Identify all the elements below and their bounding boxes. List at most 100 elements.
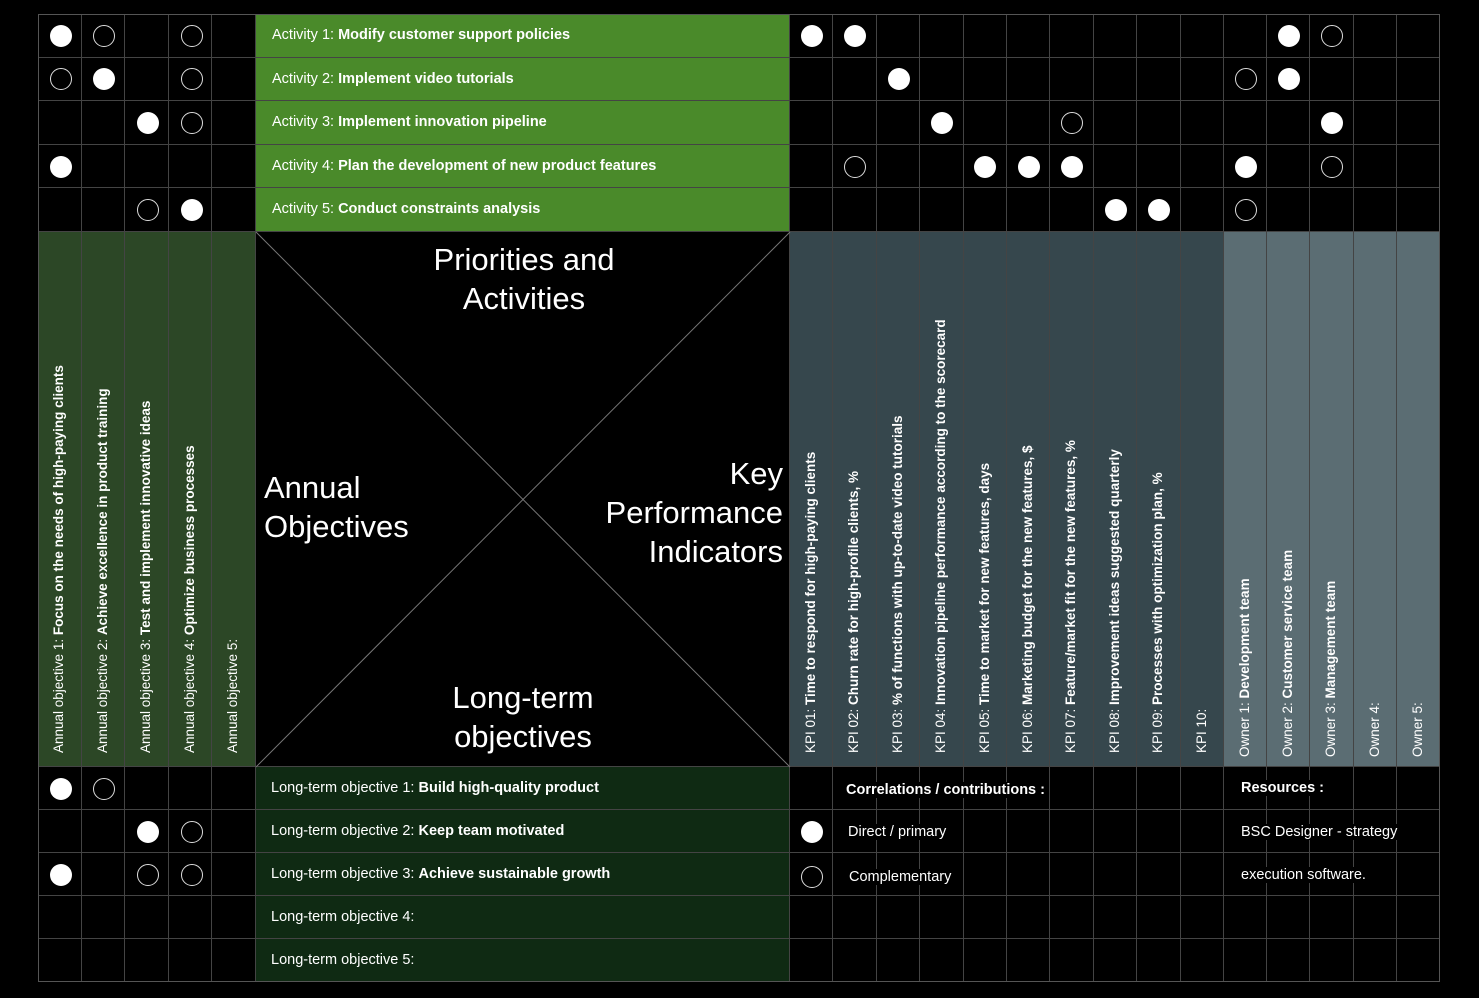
matrix-cell — [1093, 853, 1138, 896]
matrix-cell — [81, 188, 126, 232]
annual-objective-label[interactable]: Annual objective 1: Focus on the needs o… — [51, 365, 66, 753]
kpi-label[interactable]: KPI 08: Improvement ideas suggested quar… — [1106, 449, 1122, 753]
matrix-cell — [963, 14, 1007, 58]
annual-objective-label[interactable]: Annual objective 2: Achieve excellence i… — [94, 388, 110, 753]
owner-label[interactable]: Owner 5: — [1410, 702, 1425, 757]
matrix-cell — [1267, 188, 1311, 232]
matrix-cell — [125, 14, 169, 58]
kpi-prefix: KPI 02: — [846, 704, 862, 753]
activity-label[interactable]: Activity 2: Implement video tutorials — [272, 70, 514, 87]
kpi-label[interactable]: KPI 04: Innovation pipeline performance … — [933, 319, 948, 753]
owner-column[interactable] — [1396, 232, 1440, 767]
activity-kpi-marker — [844, 24, 867, 47]
long-term-objective-prefix: Long-term objective 5: — [271, 952, 415, 968]
matrix-cell — [212, 767, 256, 810]
resources-line-1: BSC Designer - strategy — [1241, 824, 1398, 840]
activity-title: Implement video tutorials — [338, 70, 514, 87]
owner-label[interactable]: Owner 3: Management team — [1323, 581, 1338, 757]
matrix-cell — [1050, 939, 1094, 982]
activity-kpi-marker — [844, 155, 867, 178]
activity-label[interactable]: Activity 5: Conduct constraints analysis — [272, 202, 540, 217]
matrix-cell — [1353, 767, 1397, 810]
owner-column[interactable] — [1353, 232, 1397, 767]
kpi-label[interactable]: KPI 10: — [1194, 709, 1209, 753]
kpi-label[interactable]: KPI 07: Feature/market fit for the new f… — [1063, 440, 1078, 753]
long-term-objective-label[interactable]: Long-term objective 3: Achieve sustainab… — [271, 867, 610, 882]
matrix-cell — [38, 810, 82, 853]
matrix-cell — [212, 14, 256, 58]
owner-label[interactable]: Owner 4: — [1367, 702, 1382, 757]
matrix-cell — [125, 144, 169, 189]
kpi-label[interactable]: KPI 06: Marketing budget for the new fea… — [1020, 445, 1035, 753]
activity-label[interactable]: Activity 3: Implement innovation pipelin… — [272, 115, 547, 130]
annual-objective-prefix: Annual objective 3: — [138, 635, 154, 753]
strategy-map-board: Priorities and Activities Annual Objecti… — [0, 0, 1479, 998]
matrix-cell — [876, 144, 921, 189]
kpi-title: Improvement ideas suggested quarterly — [1106, 449, 1122, 705]
matrix-cell — [833, 939, 877, 982]
matrix-cell — [1396, 101, 1440, 145]
kpi-prefix: KPI 05: — [976, 704, 992, 753]
activity-annual-marker — [180, 112, 203, 134]
activity-prefix: Activity 5: — [272, 201, 339, 218]
matrix-cell — [963, 810, 1007, 853]
annual-objective-prefix: Annual objective 4: — [181, 635, 197, 753]
longterm-annual-marker — [49, 777, 72, 800]
matrix-cell — [1007, 939, 1051, 982]
matrix-cell — [1310, 188, 1354, 232]
long-term-objective-label[interactable]: Long-term objective 2: Keep team motivat… — [271, 824, 564, 839]
kpi-label[interactable]: KPI 03: % of functions with up-to-date v… — [890, 415, 905, 753]
matrix-cell — [1137, 767, 1181, 810]
matrix-cell — [876, 101, 921, 145]
long-term-objective-title: Keep team motivated — [418, 823, 565, 839]
kpi-label[interactable]: KPI 01: Time to respond for high-paying … — [803, 451, 818, 753]
legend-primary-dot — [801, 820, 823, 843]
legend-complementary-label: Complementary — [849, 869, 952, 885]
activity-prefix: Activity 4: — [272, 157, 339, 174]
annual-objective-label[interactable]: Annual objective 3: Test and implement i… — [138, 401, 154, 753]
owner-prefix: Owner 1: — [1237, 698, 1252, 757]
long-term-objective-label[interactable]: Long-term objective 5: — [271, 953, 414, 968]
activity-kpi-marker — [887, 68, 910, 91]
long-term-objective-title: Build high-quality product — [418, 780, 599, 796]
kpi-column[interactable] — [1180, 232, 1224, 767]
activity-label[interactable]: Activity 1: Modify customer support poli… — [272, 28, 570, 43]
activity-owner-marker — [1321, 155, 1343, 178]
kpi-prefix: KPI 08: — [1106, 704, 1122, 753]
matrix-cell — [1310, 57, 1354, 102]
long-term-objective-label[interactable]: Long-term objective 1: Build high-qualit… — [271, 781, 599, 796]
kpi-label[interactable]: KPI 09: Processes with optimization plan… — [1150, 472, 1165, 753]
matrix-cell — [125, 896, 169, 939]
annual-objective-label[interactable]: Annual objective 5: — [225, 638, 241, 753]
activity-label[interactable]: Activity 4: Plan the development of new … — [272, 159, 656, 174]
matrix-cell — [1180, 188, 1224, 232]
matrix-cell — [1007, 188, 1051, 232]
matrix-cell — [1353, 57, 1397, 102]
kpi-label[interactable]: KPI 02: Churn rate for high-profile clie… — [846, 471, 862, 753]
matrix-cell — [125, 767, 169, 810]
activity-annual-marker — [49, 24, 72, 47]
activity-prefix: Activity 2: — [272, 70, 339, 87]
kpi-title: Time to respond for high-paying clients — [803, 451, 818, 705]
matrix-cell — [1007, 14, 1051, 58]
resources-title: Resources : — [1241, 780, 1325, 796]
matrix-cell — [1093, 144, 1138, 189]
activity-annual-marker — [180, 68, 203, 91]
long-term-objective-prefix: Long-term objective 3: — [271, 866, 419, 882]
annual-objective-label[interactable]: Annual objective 4: Optimize business pr… — [181, 445, 197, 753]
matrix-cell — [1310, 939, 1354, 982]
kpi-label[interactable]: KPI 05: Time to market for new features,… — [976, 462, 992, 753]
long-term-objective-prefix: Long-term objective 2: — [271, 823, 419, 839]
owner-label[interactable]: Owner 1: Development team — [1237, 578, 1252, 757]
long-term-objective-label[interactable]: Long-term objective 4: — [271, 910, 414, 925]
matrix-cell — [963, 853, 1007, 896]
matrix-cell — [920, 57, 964, 102]
matrix-cell — [1180, 14, 1224, 58]
kpi-title: Time to market for new features, days — [976, 462, 992, 705]
annual-objective-title: Achieve excellence in product training — [94, 388, 110, 636]
owner-label[interactable]: Owner 2: Customer service team — [1280, 550, 1295, 757]
matrix-cell — [81, 853, 126, 896]
annual-objective-prefix: Annual objective 5: — [225, 638, 241, 753]
activity-title: Conduct constraints analysis — [338, 201, 541, 218]
matrix-cell — [1396, 767, 1440, 810]
